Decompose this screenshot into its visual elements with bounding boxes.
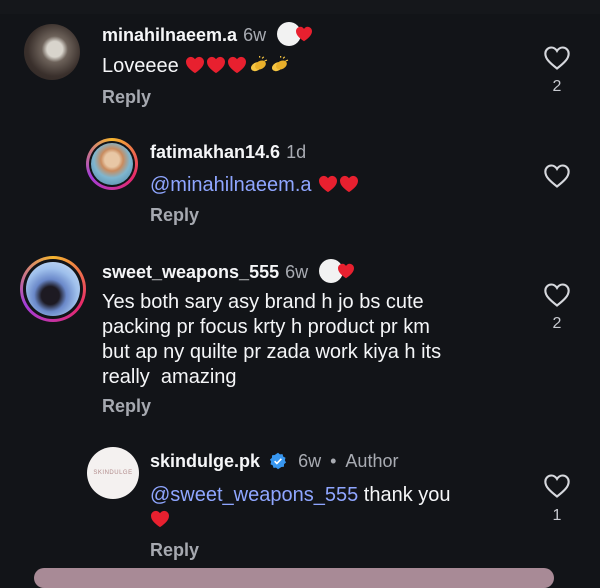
mention-link[interactable]: @sweet_weapons_555 xyxy=(150,484,358,506)
comment-time: 1d xyxy=(286,142,307,162)
comment-text-line: packing pr focus krty h product pr km xyxy=(102,316,430,338)
red-heart-icon xyxy=(228,56,247,74)
avatar[interactable]: SKINDULGE xyxy=(87,447,139,499)
red-heart-icon xyxy=(319,175,338,193)
separator-dot: • xyxy=(330,451,337,471)
red-heart-icon xyxy=(338,263,355,279)
comment-text-line: Yes both sary asy brand h jo bs cute xyxy=(102,291,424,313)
red-heart-icon xyxy=(151,510,169,528)
heart-outline-icon[interactable] xyxy=(543,45,571,71)
reply-button[interactable]: Reply xyxy=(102,396,151,417)
red-heart-icon xyxy=(296,26,313,42)
author-liked-badge xyxy=(277,22,317,46)
heart-outline-icon[interactable] xyxy=(543,282,571,308)
clapping-hands-icon xyxy=(272,56,289,72)
avatar[interactable] xyxy=(20,256,86,322)
clapping-hands-icon xyxy=(251,56,268,72)
verified-badge-icon xyxy=(270,452,287,470)
comment-username[interactable]: fatimakhan14.6 1d xyxy=(150,142,306,163)
like-count: 1 xyxy=(552,507,562,524)
like-count: 2 xyxy=(552,315,562,332)
comment-text: Yes both sary asy brand h jo bs cute pac… xyxy=(102,290,441,390)
mention-link[interactable]: @minahilnaeem.a xyxy=(150,174,312,196)
author-tag: Author xyxy=(345,451,399,471)
comment-text: Loveeee xyxy=(102,54,289,79)
heart-outline-icon[interactable] xyxy=(543,473,571,499)
comment-time: 6w xyxy=(298,451,322,471)
reply-button[interactable]: Reply xyxy=(150,540,199,561)
red-heart-icon xyxy=(186,56,205,74)
author-liked-badge xyxy=(319,259,359,283)
comment-username[interactable]: minahilnaeem.a 6w xyxy=(102,22,317,46)
avatar[interactable] xyxy=(24,24,80,80)
avatar-logo-text: SKINDULGE xyxy=(93,470,133,476)
reply-button[interactable]: Reply xyxy=(150,205,199,226)
bottom-input-bar[interactable] xyxy=(34,568,554,588)
comment-text: @minahilnaeem.a xyxy=(150,173,359,198)
comment-text: @sweet_weapons_555 thank you xyxy=(150,483,530,533)
comment-time: 6w xyxy=(285,262,309,282)
comment-username[interactable]: sweet_weapons_555 6w xyxy=(102,259,359,283)
comment-time: 6w xyxy=(243,25,267,45)
like-count: 2 xyxy=(552,78,562,95)
comment-username[interactable]: skindulge.pk 6w • Author xyxy=(150,451,398,472)
red-heart-icon xyxy=(207,56,226,74)
avatar[interactable] xyxy=(86,138,138,190)
comment-text-line: really amazing xyxy=(102,366,237,388)
red-heart-icon xyxy=(340,175,359,193)
top-divider xyxy=(0,0,600,14)
heart-outline-icon[interactable] xyxy=(543,163,571,189)
reply-button[interactable]: Reply xyxy=(102,87,151,108)
comment-text-line: but ap ny quilte pr zada work kiya h its xyxy=(102,341,442,363)
